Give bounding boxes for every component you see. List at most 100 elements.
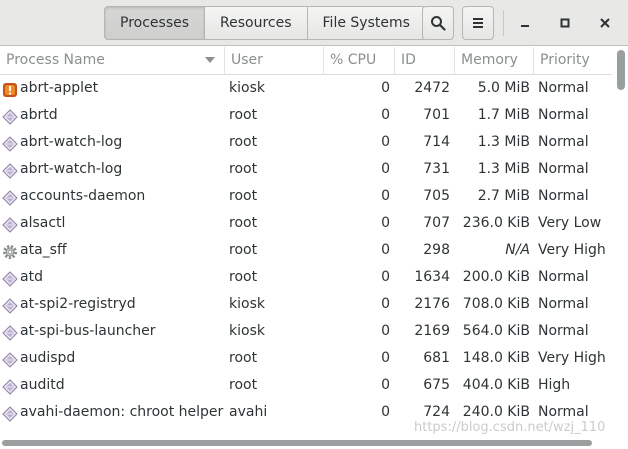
process-name-cell: ata_sff: [20, 242, 67, 258]
cpu-cell: 0: [381, 134, 390, 150]
user-cell: root: [229, 350, 258, 366]
cpu-cell: 0: [381, 215, 390, 231]
priority-cell: Normal: [538, 188, 589, 204]
header-bar: Processes Resources File Systems: [0, 0, 628, 46]
priority-cell: Normal: [538, 296, 589, 312]
vertical-scrollbar-track[interactable]: [613, 47, 628, 439]
user-cell: kiosk: [229, 323, 265, 339]
id-cell: 675: [423, 377, 450, 393]
id-cell: 2472: [414, 80, 450, 96]
table-row[interactable]: audispd root 0 681 148.0 KiB Very High: [0, 345, 612, 372]
table-row[interactable]: abrt-watch-log root 0 714 1.3 MiB Normal: [0, 129, 612, 156]
column-header-label: Process Name: [6, 52, 105, 68]
priority-cell: Normal: [538, 161, 589, 177]
sort-descending-icon: [205, 57, 215, 63]
process-name-cell: abrt-applet: [20, 80, 99, 96]
cpu-cell: 0: [381, 107, 390, 123]
user-cell: kiosk: [229, 80, 265, 96]
memory-cell: 2.7 MiB: [477, 188, 530, 204]
vertical-scrollbar-thumb[interactable]: [617, 50, 625, 90]
id-cell: 707: [423, 215, 450, 231]
table-row[interactable]: abrtd root 0 701 1.7 MiB Normal: [0, 102, 612, 129]
memory-cell: 1.3 MiB: [477, 161, 530, 177]
user-cell: root: [229, 215, 258, 231]
process-name-cell: abrt-watch-log: [20, 161, 123, 177]
priority-cell: Normal: [538, 80, 589, 96]
id-cell: 714: [423, 134, 450, 150]
table-row[interactable]: ata_sff root 0 298 N/A Very High: [0, 237, 612, 264]
user-cell: root: [229, 107, 258, 123]
maximize-icon: [560, 18, 570, 28]
memory-cell: N/A: [505, 242, 530, 258]
memory-cell: 5.0 MiB: [477, 80, 530, 96]
memory-cell: 404.0 KiB: [462, 377, 530, 393]
id-cell: 298: [423, 242, 450, 258]
table-row[interactable]: at-spi2-registryd kiosk 0 2176 708.0 KiB Norm…: [0, 291, 612, 318]
priority-cell: Normal: [538, 269, 589, 285]
user-cell: root: [229, 134, 258, 150]
memory-cell: 1.7 MiB: [477, 107, 530, 123]
cpu-cell: 0: [381, 161, 390, 177]
priority-cell: Very High: [538, 350, 606, 366]
cpu-cell: 0: [381, 404, 390, 420]
process-list: abrt-applet kiosk 0 2472 5.0 MiB Normal abrtd r…: [0, 75, 612, 437]
alert-app-icon: [2, 81, 18, 97]
table-row[interactable]: atd root 0 1634 200.0 KiB Normal: [0, 264, 612, 291]
tab-file-systems[interactable]: File Systems: [306, 6, 426, 40]
executable-icon: [2, 216, 18, 233]
table-row[interactable]: abrt-watch-log root 0 731 1.3 MiB Normal: [0, 156, 612, 183]
executable-icon: [2, 351, 18, 368]
id-cell: 681: [423, 350, 450, 366]
user-cell: root: [229, 161, 258, 177]
gear-icon: [2, 243, 18, 259]
cpu-cell: 0: [381, 188, 390, 204]
view-switcher: Processes Resources File Systems: [104, 6, 426, 40]
maximize-button[interactable]: [555, 13, 575, 33]
process-name-cell: abrtd: [20, 107, 58, 123]
id-cell: 2169: [414, 323, 450, 339]
column-header-user[interactable]: User: [224, 47, 323, 74]
process-name-cell: audispd: [20, 350, 76, 366]
executable-icon: [2, 135, 18, 152]
search-icon: [431, 16, 446, 31]
column-header-cpu[interactable]: % CPU: [323, 47, 394, 74]
table-row[interactable]: at-spi-bus-launcher kiosk 0 2169 564.0 KiB No…: [0, 318, 612, 345]
cpu-cell: 0: [381, 242, 390, 258]
minimize-button[interactable]: [515, 13, 535, 33]
id-cell: 731: [423, 161, 450, 177]
user-cell: root: [229, 269, 258, 285]
table-row[interactable]: auditd root 0 675 404.0 KiB High: [0, 372, 612, 399]
horizontal-scrollbar[interactable]: [2, 440, 592, 446]
table-row[interactable]: accounts-daemon root 0 705 2.7 MiB Normal: [0, 183, 612, 210]
column-header-priority[interactable]: Priority: [533, 47, 612, 74]
user-cell: root: [229, 188, 258, 204]
priority-cell: Very Low: [538, 215, 602, 231]
id-cell: 2176: [414, 296, 450, 312]
executable-icon: [2, 378, 18, 395]
column-header-id[interactable]: ID: [394, 47, 454, 74]
close-button[interactable]: [595, 13, 615, 33]
table-row[interactable]: abrt-applet kiosk 0 2472 5.0 MiB Normal: [0, 75, 612, 102]
minimize-icon: [521, 25, 529, 27]
column-header-process-name[interactable]: Process Name: [0, 47, 224, 74]
search-button[interactable]: [422, 6, 454, 40]
cpu-cell: 0: [381, 269, 390, 285]
table-row[interactable]: alsactl root 0 707 236.0 KiB Very Low: [0, 210, 612, 237]
memory-cell: 200.0 KiB: [462, 269, 530, 285]
user-cell: root: [229, 377, 258, 393]
executable-icon: [2, 270, 18, 287]
process-name-cell: abrt-watch-log: [20, 134, 123, 150]
user-cell: kiosk: [229, 296, 265, 312]
menu-button[interactable]: [462, 6, 494, 40]
executable-icon: [2, 108, 18, 125]
tab-processes[interactable]: Processes: [104, 6, 206, 40]
tab-resources[interactable]: Resources: [204, 6, 308, 40]
column-header-row: Process Name User % CPU ID Memory Priori…: [0, 47, 612, 75]
priority-cell: High: [538, 377, 571, 393]
watermark: https://blog.csdn.net/wzj_110: [414, 420, 606, 435]
cpu-cell: 0: [381, 323, 390, 339]
cpu-cell: 0: [381, 296, 390, 312]
executable-icon: [2, 189, 18, 206]
executable-icon: [2, 297, 18, 314]
column-header-memory[interactable]: Memory: [454, 47, 533, 74]
